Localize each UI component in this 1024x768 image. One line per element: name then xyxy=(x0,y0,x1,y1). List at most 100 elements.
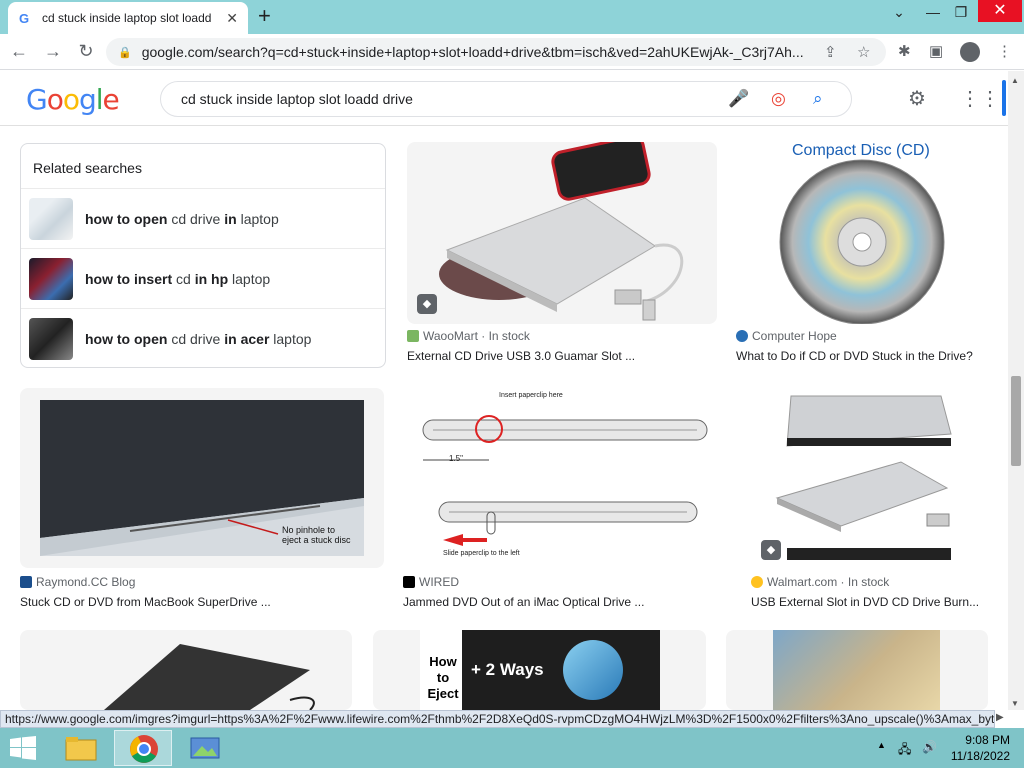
system-clock[interactable]: 9:08 PM 11/18/2022 xyxy=(940,732,1010,764)
result-source[interactable]: WaooMart · In stock xyxy=(407,329,530,343)
file-explorer-taskbar-button[interactable] xyxy=(52,730,110,766)
related-search-item[interactable]: how to insert cd in hp laptop xyxy=(21,248,385,308)
result-source-label: Computer Hope xyxy=(752,329,837,343)
chrome-icon xyxy=(130,735,158,763)
related-search-label: how to insert cd in hp laptop xyxy=(85,270,271,287)
status-scroll-right-icon[interactable]: ▶ xyxy=(996,712,1004,723)
folder-icon xyxy=(65,737,97,761)
address-url[interactable]: google.com/search?q=cd+stuck+inside+lapt… xyxy=(142,44,822,60)
scroll-down-icon[interactable]: ▼ xyxy=(1011,699,1019,708)
product-tag-icon: ◆ xyxy=(417,294,437,314)
result-image[interactable] xyxy=(736,142,988,324)
voice-search-icon[interactable]: 🎤 xyxy=(728,89,749,109)
back-icon[interactable]: ← xyxy=(8,41,30,62)
related-search-item[interactable]: how to open cd drive in laptop xyxy=(21,188,385,248)
profile-avatar-icon[interactable] xyxy=(960,42,980,62)
share-icon[interactable]: ⇪ xyxy=(824,43,837,61)
image-caption: 1.5" xyxy=(449,454,463,463)
image-caption: Slide paperclip to the left xyxy=(443,550,520,557)
search-icon[interactable]: ⌕ xyxy=(813,89,823,109)
result-title[interactable]: Stuck CD or DVD from MacBook SuperDrive … xyxy=(20,595,271,609)
settings-gear-icon[interactable]: ⚙ xyxy=(908,86,926,111)
related-thumbnail xyxy=(29,257,73,300)
related-thumbnail xyxy=(29,197,73,240)
result-title[interactable]: USB External Slot in DVD CD Drive Burn..… xyxy=(751,595,979,609)
network-icon[interactable]: 🖧 xyxy=(898,740,911,761)
windows-taskbar: ▲ 🖧 🔊 9:08 PM 11/18/2022 xyxy=(0,728,1024,768)
minimize-icon[interactable]: — xyxy=(918,4,948,20)
result-image[interactable] xyxy=(726,630,988,710)
result-image[interactable] xyxy=(20,630,352,710)
tab-search-chevron-icon[interactable]: ⌄ xyxy=(884,4,914,21)
search-input[interactable]: cd stuck inside laptop slot loadd drive … xyxy=(160,81,852,117)
lens-camera-icon[interactable]: ◎ xyxy=(771,89,786,109)
search-query[interactable]: cd stuck inside laptop slot loadd drive xyxy=(181,91,413,107)
clock-date: 11/18/2022 xyxy=(950,749,1010,763)
compact-disc-image xyxy=(779,159,945,324)
extensions-puzzle-icon[interactable]: ✱ xyxy=(898,42,911,60)
apps-grid-icon[interactable]: ⋮⋮ xyxy=(960,86,1000,111)
scroll-up-icon[interactable]: ▲ xyxy=(1011,76,1019,85)
result-source-label: Walmart.com · In stock xyxy=(767,575,890,589)
scroll-thumb[interactable] xyxy=(1011,376,1021,466)
result-image[interactable] xyxy=(403,388,732,568)
image-caption: Compact Disc (CD) xyxy=(792,142,930,159)
result-title[interactable]: What to Do if CD or DVD Stuck in the Dri… xyxy=(736,349,973,363)
menu-kebab-icon[interactable]: ⋮ xyxy=(997,42,1012,60)
volume-icon[interactable]: 🔊 xyxy=(922,740,937,754)
related-searches-title: Related searches xyxy=(33,160,142,176)
site-favicon-icon xyxy=(736,330,748,342)
result-source-label: WIRED xyxy=(419,575,459,589)
close-window-icon[interactable]: ✕ xyxy=(978,0,1022,22)
result-image[interactable] xyxy=(407,142,717,324)
google-logo[interactable]: Google xyxy=(26,83,120,116)
image-caption: Insert paperclip here xyxy=(499,392,563,399)
chrome-taskbar-button[interactable] xyxy=(114,730,172,766)
result-title[interactable]: Jammed DVD Out of an iMac Optical Drive … xyxy=(403,595,644,609)
google-favicon-icon: G xyxy=(18,10,30,26)
lock-icon[interactable]: 🔒 xyxy=(118,46,132,59)
restore-icon[interactable]: ❐ xyxy=(946,4,976,21)
result-source[interactable]: WIRED xyxy=(403,575,459,589)
new-tab-icon[interactable]: + xyxy=(258,5,271,27)
tray-expand-icon[interactable]: ▲ xyxy=(877,740,886,750)
video-title-text: How to Eject xyxy=(427,654,459,701)
image-caption: No pinhole to eject a stuck disc xyxy=(282,525,351,545)
google-header: Google cd stuck inside laptop slot loadd… xyxy=(0,71,1008,126)
page-scrollbar[interactable]: ▲ ▼ xyxy=(1008,71,1024,710)
related-search-item[interactable]: how to open cd drive in acer laptop xyxy=(21,308,385,368)
result-image[interactable]: How to Eject + 2 Ways xyxy=(373,630,706,710)
result-source[interactable]: Raymond.CC Blog xyxy=(20,575,135,589)
site-favicon-icon xyxy=(751,576,763,588)
site-favicon-icon xyxy=(403,576,415,588)
result-title[interactable]: External CD Drive USB 3.0 Guamar Slot ..… xyxy=(407,349,635,363)
account-accent xyxy=(1002,80,1006,116)
related-thumbnail xyxy=(29,317,73,360)
paperclip-diagram-image xyxy=(422,415,708,546)
picture-icon xyxy=(190,737,220,759)
related-searches-card: Related searches how to open cd drive in… xyxy=(20,143,386,368)
link-status-bar: https://www.google.com/imgres?imgurl=htt… xyxy=(0,710,995,728)
browser-tab[interactable]: G cd stuck inside laptop slot loadd ✕ xyxy=(8,2,248,34)
address-bar[interactable]: 🔒 google.com/search?q=cd+stuck+inside+la… xyxy=(106,38,886,66)
clock-time: 9:08 PM xyxy=(965,733,1010,747)
tab-close-icon[interactable]: ✕ xyxy=(226,10,238,27)
result-source[interactable]: Computer Hope xyxy=(736,329,837,343)
related-search-label: how to open cd drive in acer laptop xyxy=(85,330,312,347)
side-panel-icon[interactable]: ▣ xyxy=(929,42,943,60)
tab-title: cd stuck inside laptop slot loadd xyxy=(42,11,212,25)
result-image[interactable] xyxy=(751,388,988,568)
windows-start-icon[interactable] xyxy=(10,736,36,760)
site-favicon-icon xyxy=(407,330,419,342)
browser-toolbar: ← → ↻ 🔒 google.com/search?q=cd+stuck+ins… xyxy=(0,34,1024,70)
forward-icon[interactable]: → xyxy=(42,41,64,62)
video-subtitle-text: + 2 Ways xyxy=(471,660,544,679)
external-drive-image xyxy=(104,644,315,710)
external-drive-image xyxy=(439,142,684,321)
bookmark-star-icon[interactable]: ☆ xyxy=(857,43,870,61)
result-source[interactable]: Walmart.com · In stock xyxy=(751,575,889,589)
photo-viewer-taskbar-button[interactable] xyxy=(176,730,234,766)
disc-graphic xyxy=(563,640,623,700)
site-favicon-icon xyxy=(20,576,32,588)
reload-icon[interactable]: ↻ xyxy=(75,41,97,62)
